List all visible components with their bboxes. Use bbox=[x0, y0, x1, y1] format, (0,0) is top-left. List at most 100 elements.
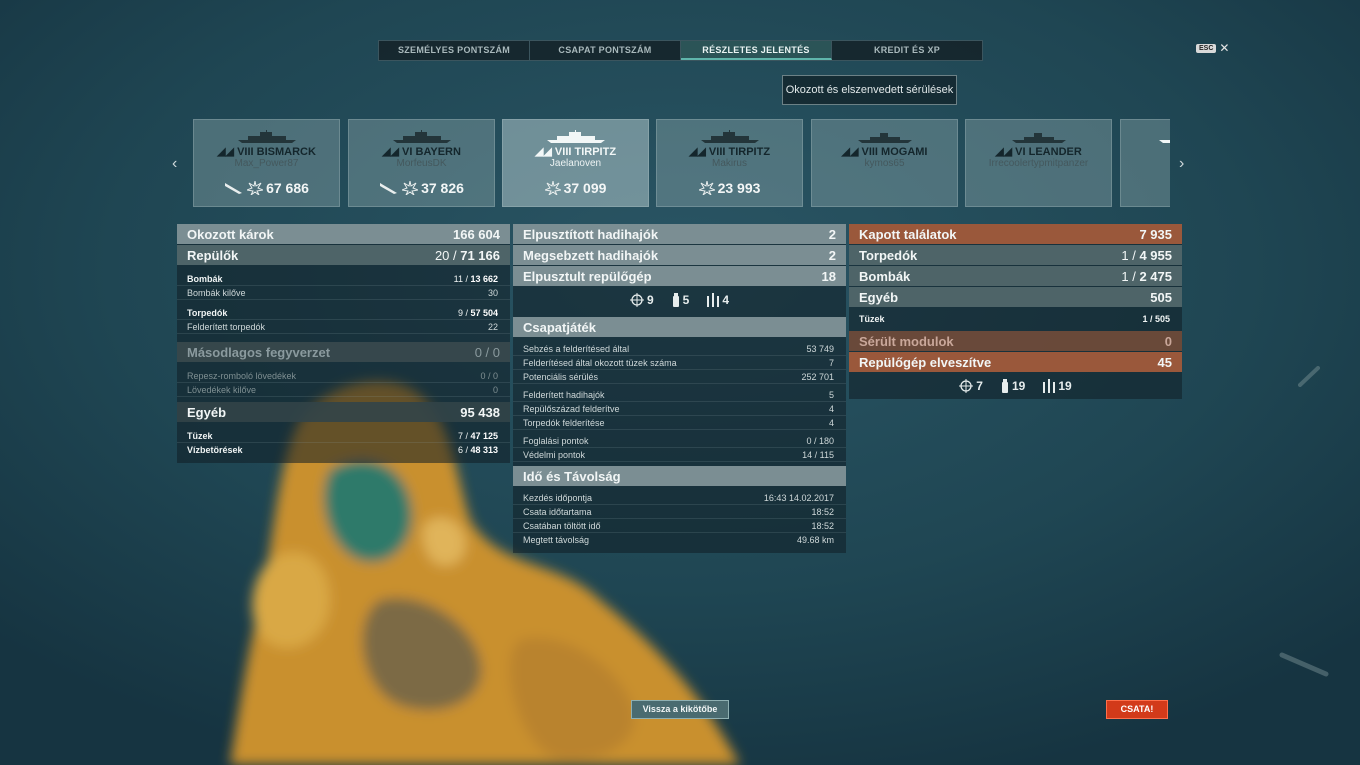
chevron-right-icon[interactable]: › bbox=[1179, 155, 1184, 173]
torpedo-icon bbox=[672, 293, 679, 307]
ship-name: VI BAYERN bbox=[402, 146, 461, 158]
damaged-modules-header: Sérült modulok 0 bbox=[849, 331, 1182, 351]
cruiser-silhouette-icon bbox=[858, 133, 912, 143]
hit-icons-row: 7 19 19 bbox=[849, 373, 1182, 399]
ship-score: 67 686 bbox=[266, 180, 309, 196]
damage-dealt-received-button[interactable]: Okozott és elszenvedett sérülések bbox=[782, 75, 957, 105]
nation-flag-icon: ◢◢ bbox=[841, 146, 859, 158]
chevron-left-icon[interactable]: ‹ bbox=[172, 155, 177, 173]
stat-row: Potenciális sérülés 252 701 bbox=[513, 370, 846, 384]
nation-flag-icon: ◢◢ bbox=[382, 146, 399, 158]
bombs-taken-header: Bombák 1 / 2 475 bbox=[849, 266, 1182, 286]
damage-burst-icon bbox=[698, 181, 715, 195]
damage-dealt-header: Okozott károk 166 604 bbox=[177, 224, 510, 244]
damaged-ships-header: Megsebzett hadihajók 2 bbox=[513, 245, 846, 265]
ship-card[interactable] bbox=[1120, 119, 1170, 207]
nation-flag-icon: ◢◢ bbox=[995, 146, 1013, 158]
ship-name: VIII TIRPITZ bbox=[554, 146, 617, 158]
planes-lost-header: Repülőgép elveszítve 45 bbox=[849, 352, 1182, 372]
shells-icon bbox=[707, 293, 720, 307]
damage-dealt-panel: Okozott károk 166 604 Repülők 20 / 71 166… bbox=[177, 224, 510, 463]
stat-row: Bombák kilőve 30 bbox=[177, 286, 510, 300]
tab-team-score[interactable]: CSAPAT PONTSZÁM bbox=[530, 41, 681, 60]
ship-score: 37 099 bbox=[563, 180, 607, 196]
ship-name: VIII BISMARCK bbox=[237, 146, 316, 158]
stat-row: Vízbetörések 6 / 48 313 bbox=[187, 445, 498, 455]
damage-burst-icon bbox=[544, 181, 561, 195]
stat-row: Repülőszázad felderítve 4 bbox=[513, 402, 846, 416]
ship-silhouette-icon bbox=[1159, 140, 1170, 143]
battle-summary-panel: Elpusztított hadihajók 2 Megsebzett hadih… bbox=[513, 224, 846, 553]
ship-card[interactable]: ◢◢ VIII TIRPITZ Makirus 23 993 bbox=[656, 119, 803, 207]
hit-icons-row: 9 5 4 bbox=[513, 287, 846, 313]
destroyed-planes-header: Elpusztult repülőgép 18 bbox=[513, 266, 846, 286]
player-name: Max_Power87 bbox=[234, 158, 299, 169]
close-button[interactable]: ESC ✕ bbox=[1196, 41, 1230, 55]
stat-row: Csatában töltött idő 18:52 bbox=[513, 519, 846, 533]
ship-name: VI LEANDER bbox=[1015, 146, 1082, 158]
tab-credits-xp[interactable]: KREDIT ÉS XP bbox=[832, 41, 982, 60]
stat-row: Torpedók 9 / 57 504 bbox=[177, 306, 510, 320]
player-name: Makirus bbox=[711, 158, 747, 169]
cruiser-silhouette-icon bbox=[1012, 133, 1066, 143]
crosshair-icon bbox=[629, 293, 644, 307]
plane-icon bbox=[225, 183, 243, 194]
stat-row: Védelmi pontok 14 / 115 bbox=[513, 448, 846, 462]
torpedoes-taken-header: Torpedók 1 / 4 955 bbox=[849, 245, 1182, 265]
torpedo-icon bbox=[1001, 379, 1008, 393]
stat-row: Lövedékek kilőve 0 bbox=[177, 383, 510, 397]
tab-detailed-report[interactable]: RÉSZLETES JELENTÉS bbox=[681, 41, 832, 60]
ship-name: VIII MOGAMI bbox=[861, 146, 928, 158]
secondary-armament-header: Másodlagos fegyverzet 0 / 0 bbox=[177, 342, 510, 362]
player-name: MorfeusDK bbox=[396, 158, 447, 169]
hits-taken-header: Kapott találatok 7 935 bbox=[849, 224, 1182, 244]
stat-row: Tüzek 1 / 505 bbox=[859, 314, 1170, 324]
ship-card[interactable]: ◢◢ VI BAYERN MorfeusDK 37 826 bbox=[348, 119, 495, 207]
stat-row: Sebzés a felderítésed által 53 749 bbox=[513, 342, 846, 356]
battleship-silhouette-icon bbox=[547, 130, 605, 143]
stat-row: Foglalási pontok 0 / 180 bbox=[513, 434, 846, 448]
plane-icon bbox=[380, 183, 398, 194]
back-to-port-button[interactable]: Vissza a kikötőbe bbox=[631, 700, 729, 719]
ship-card-selected[interactable]: ◢◢ VIII TIRPITZ Jaelanoven 37 099 bbox=[502, 119, 649, 207]
battleship-silhouette-icon bbox=[393, 130, 451, 143]
stat-row: Felderített hadihajók 5 bbox=[513, 388, 846, 402]
close-icon: ✕ bbox=[1219, 41, 1230, 55]
ship-card[interactable]: ◢◢ VIII MOGAMI kymos65 bbox=[811, 119, 958, 207]
stat-row: Bombák 11 / 13 662 bbox=[177, 272, 510, 286]
ship-card[interactable]: ◢◢ VI LEANDER Irrecoolertypmitpanzer bbox=[965, 119, 1112, 207]
report-tabs: SZEMÉLYES PONTSZÁM CSAPAT PONTSZÁM RÉSZL… bbox=[378, 40, 983, 61]
time-distance-header: Idő és Távolság bbox=[513, 466, 846, 486]
stat-row: Torpedók felderítése 4 bbox=[513, 416, 846, 430]
battleship-silhouette-icon bbox=[238, 130, 296, 143]
player-name: Jaelanoven bbox=[549, 158, 602, 169]
battle-button[interactable]: CSATA! bbox=[1106, 700, 1168, 719]
ship-card[interactable]: ◢◢ VIII BISMARCK Max_Power87 67 686 bbox=[193, 119, 340, 207]
planes-header: Repülők 20 / 71 166 bbox=[177, 245, 510, 265]
stat-row: Repesz-romboló lövedékek 0 / 0 bbox=[177, 369, 510, 383]
stat-row: Csata időtartama 18:52 bbox=[513, 505, 846, 519]
other-taken-header: Egyéb 505 bbox=[849, 287, 1182, 307]
shells-icon bbox=[1043, 379, 1056, 393]
other-damage-header: Egyéb 95 438 bbox=[177, 402, 510, 422]
player-name: kymos65 bbox=[864, 158, 905, 169]
ship-score: 23 993 bbox=[717, 180, 761, 196]
damage-received-panel: Kapott találatok 7 935 Torpedók 1 / 4 955 … bbox=[849, 224, 1182, 399]
ship-score: 37 826 bbox=[421, 180, 464, 196]
crosshair-icon bbox=[959, 379, 974, 393]
nation-flag-icon: ◢◢ bbox=[217, 146, 234, 158]
ship-name: VIII TIRPITZ bbox=[708, 146, 771, 158]
stat-row: Kezdés időpontja 16:43 14.02.2017 bbox=[513, 491, 846, 505]
esc-key-label: ESC bbox=[1196, 43, 1217, 53]
battleship-silhouette-icon bbox=[701, 130, 759, 143]
damage-burst-icon bbox=[402, 181, 419, 195]
stat-row: Megtett távolság 49.68 km bbox=[523, 535, 834, 545]
stat-row: Felderített torpedók 22 bbox=[177, 320, 510, 334]
stat-row: Tüzek 7 / 47 125 bbox=[177, 429, 510, 443]
teamplay-header: Csapatjáték bbox=[513, 317, 846, 337]
destroyed-ships-header: Elpusztított hadihajók 2 bbox=[513, 224, 846, 244]
tab-personal-score[interactable]: SZEMÉLYES PONTSZÁM bbox=[379, 41, 530, 60]
ship-cards-carousel: ◢◢ VIII BISMARCK Max_Power87 67 686 ◢◢ V… bbox=[193, 119, 1170, 207]
nation-flag-icon: ◢◢ bbox=[534, 146, 552, 158]
damage-burst-icon bbox=[247, 181, 264, 195]
